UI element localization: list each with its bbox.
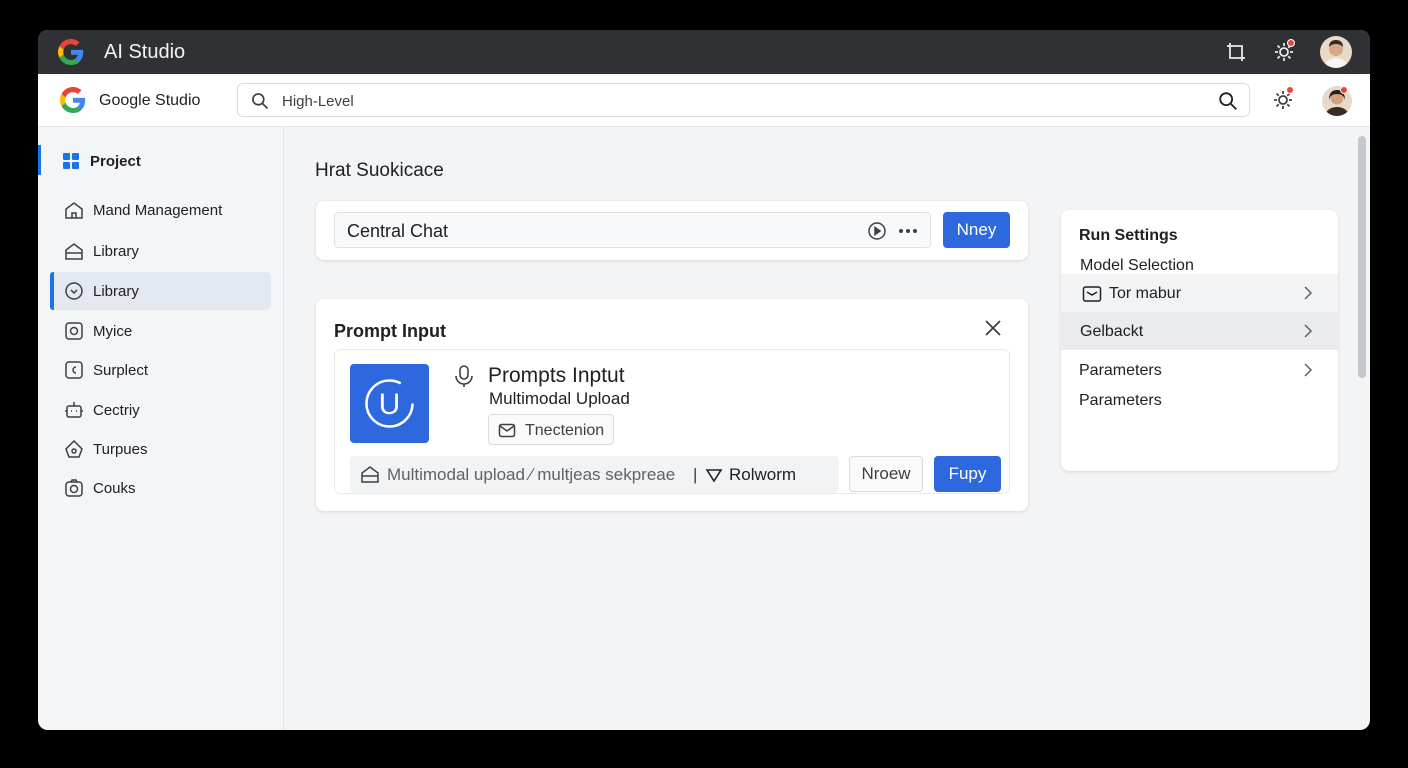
page-title: Hrat Suokicace <box>315 160 444 181</box>
camera-icon <box>65 479 83 497</box>
attachment-chip-label: Tnectenion <box>525 422 605 439</box>
app-window: AI Studio Google Studio High-Level Proje… <box>38 30 1370 730</box>
sidebar-item-label: Turpues <box>93 441 148 458</box>
sidebar-item-label: Library <box>93 283 139 300</box>
crop-icon[interactable] <box>1224 40 1248 64</box>
settings-row-model[interactable]: Tor mabur <box>1061 274 1338 312</box>
prompt-input-card: Prompt Input U Prompts Inptut Multimodal… <box>316 299 1028 511</box>
square-icon <box>65 361 83 379</box>
chevron-right-icon <box>1304 324 1313 338</box>
upload-tile[interactable]: U <box>350 364 429 443</box>
notification-dot <box>1340 86 1348 94</box>
sidebar-item-turpues[interactable]: Turpues <box>50 430 271 468</box>
close-icon[interactable] <box>982 317 1004 339</box>
sidebar-item-surplect[interactable]: Surplect <box>50 351 271 389</box>
text-separator: | <box>693 465 698 484</box>
google-logo-icon <box>58 39 84 65</box>
attachment-chip[interactable]: Tnectenion <box>488 414 614 445</box>
settings-row-label: Gelbackt <box>1080 323 1144 340</box>
model-selection-label: Model Selection <box>1080 257 1194 274</box>
user-avatar[interactable] <box>1320 36 1352 68</box>
prompt-model-label: Rolworm <box>729 465 797 484</box>
search-bar[interactable] <box>237 83 1250 117</box>
sidebar-item-label: Myice <box>93 323 133 340</box>
chevron-right-icon <box>1304 363 1313 377</box>
search-icon <box>252 93 269 110</box>
parameters-label: Parameters <box>1079 392 1162 409</box>
mail-icon <box>498 423 516 438</box>
sidebar-item-couks[interactable]: Couks <box>50 469 271 507</box>
settings-row-label: Tor mabur <box>1109 285 1182 302</box>
sidebar-item-library[interactable]: Library <box>50 232 271 270</box>
chat-selector-value: Central Chat <box>347 221 449 241</box>
search-input[interactable] <box>282 90 1182 112</box>
top-header: Google Studio <box>38 74 1370 127</box>
sidebar-item-label: Project <box>90 153 141 170</box>
prompt-subheading: Multimodal Upload <box>489 389 630 408</box>
app-title: AI Studio <box>104 41 186 63</box>
home-icon <box>361 466 379 483</box>
scrollbar-thumb[interactable] <box>1358 136 1366 378</box>
chat-card: Central Chat Nney <box>316 201 1028 260</box>
prompt-input-area: U Prompts Inptut Multimodal Upload Tnect… <box>334 349 1010 494</box>
mail-icon <box>1082 286 1102 302</box>
run-settings-title: Run Settings <box>1079 227 1178 244</box>
run-settings-panel: Run Settings Model Selection Tor mabur G… <box>1061 210 1338 471</box>
secondary-button[interactable]: Nroew <box>849 456 923 492</box>
chat-action-button[interactable]: Nney <box>943 212 1010 248</box>
upload-logo-icon: U <box>365 379 414 428</box>
sidebar: Project Mand Management Library Library … <box>38 127 284 730</box>
prompt-text-field[interactable]: Multimodal upload ∕ multjeas sekpreae | … <box>350 456 839 493</box>
sidebar-item-library-active[interactable]: Library <box>50 272 271 310</box>
brand-name: Google Studio <box>99 92 201 109</box>
chevron-circle-icon <box>65 282 83 300</box>
more-horizontal-icon[interactable] <box>897 221 919 241</box>
microphone-icon[interactable] <box>453 364 475 388</box>
grid-icon <box>63 153 79 169</box>
sidebar-item-label: Library <box>93 243 139 260</box>
sidebar-item-label: Mand Management <box>93 202 223 219</box>
sidebar-item-label: Cectriy <box>93 402 140 419</box>
search-icon[interactable] <box>1217 90 1239 112</box>
title-bar: AI Studio <box>38 30 1370 74</box>
home-icon <box>65 439 83 458</box>
upload-tile-letter: U <box>379 388 401 421</box>
prompt-card-title: Prompt Input <box>334 321 446 341</box>
prompt-text-value: Multimodal upload ∕ multjeas sekpreae <box>387 465 676 484</box>
sidebar-item-label: Surplect <box>93 362 149 379</box>
prompt-heading: Prompts Inptut <box>488 364 625 387</box>
google-logo-icon <box>60 87 86 113</box>
run-button[interactable]: Fupy <box>934 456 1001 492</box>
settings-row-parameters[interactable]: Parameters <box>1061 351 1338 389</box>
notification-dot <box>1287 39 1295 47</box>
camera-icon <box>65 322 83 340</box>
sidebar-item-myice[interactable]: Myice <box>50 312 271 350</box>
play-circle-icon[interactable] <box>867 221 887 241</box>
filter-icon <box>705 469 723 483</box>
home-icon <box>65 243 83 260</box>
settings-row-label: Parameters <box>1079 362 1162 379</box>
sidebar-item-cectriy[interactable]: Cectriy <box>50 391 271 429</box>
sidebar-item-project[interactable]: Project <box>38 145 284 175</box>
settings-row-gelbackt[interactable]: Gelbackt <box>1061 312 1338 350</box>
chevron-right-icon <box>1304 286 1313 300</box>
home-icon <box>65 202 83 219</box>
robot-icon <box>65 402 83 418</box>
sidebar-item-label: Couks <box>93 480 136 497</box>
notification-dot <box>1286 86 1294 94</box>
sidebar-item-mand-management[interactable]: Mand Management <box>50 191 271 229</box>
chat-selector[interactable]: Central Chat <box>334 212 931 248</box>
